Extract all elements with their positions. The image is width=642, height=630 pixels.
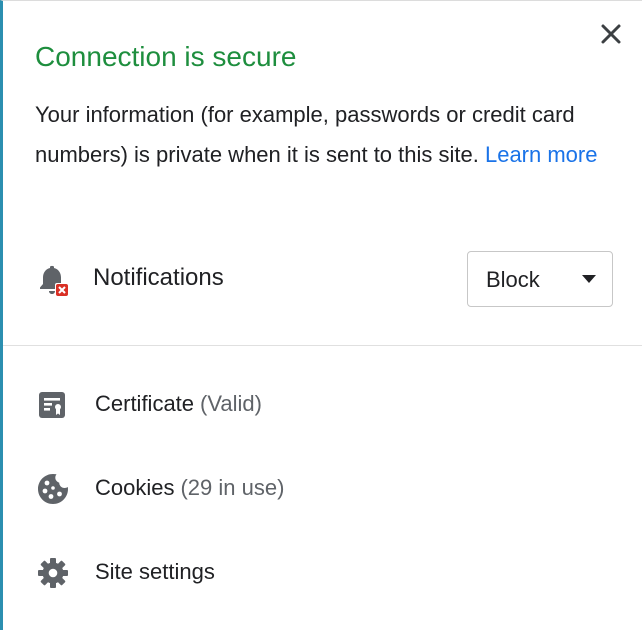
learn-more-link[interactable]: Learn more: [485, 142, 598, 167]
certificate-item[interactable]: Certificate (Valid): [3, 363, 642, 447]
certificate-status: (Valid): [200, 391, 262, 416]
certificate-title: Certificate: [95, 391, 195, 416]
site-settings-label: Site settings: [95, 559, 215, 584]
cookie-icon: [35, 471, 71, 507]
site-info-popup: Connection is secure Your information (f…: [0, 0, 642, 630]
notifications-label: Notifications: [93, 264, 224, 291]
site-settings-item[interactable]: Site settings: [3, 531, 642, 615]
notifications-permission-row: Notifications Block: [35, 251, 613, 309]
cookies-item[interactable]: Cookies (29 in use): [3, 447, 642, 531]
close-button[interactable]: [598, 21, 624, 47]
cookies-count: (29 in use): [180, 475, 285, 500]
chevron-down-icon: [582, 275, 596, 283]
close-icon: [601, 24, 621, 44]
notifications-select[interactable]: Block: [467, 251, 613, 307]
divider: [3, 345, 642, 346]
gear-icon: [35, 555, 71, 591]
cookies-title: Cookies: [95, 475, 175, 500]
notifications-select-value: Block: [486, 267, 540, 292]
certificate-label: Certificate (Valid): [95, 391, 262, 417]
security-description: Your information (for example, passwords…: [35, 95, 625, 175]
connection-status-title: Connection is secure: [35, 41, 297, 72]
cookies-label: Cookies (29 in use): [95, 475, 284, 501]
notifications-blocked-icon: [35, 263, 71, 299]
certificate-icon: [35, 387, 71, 423]
